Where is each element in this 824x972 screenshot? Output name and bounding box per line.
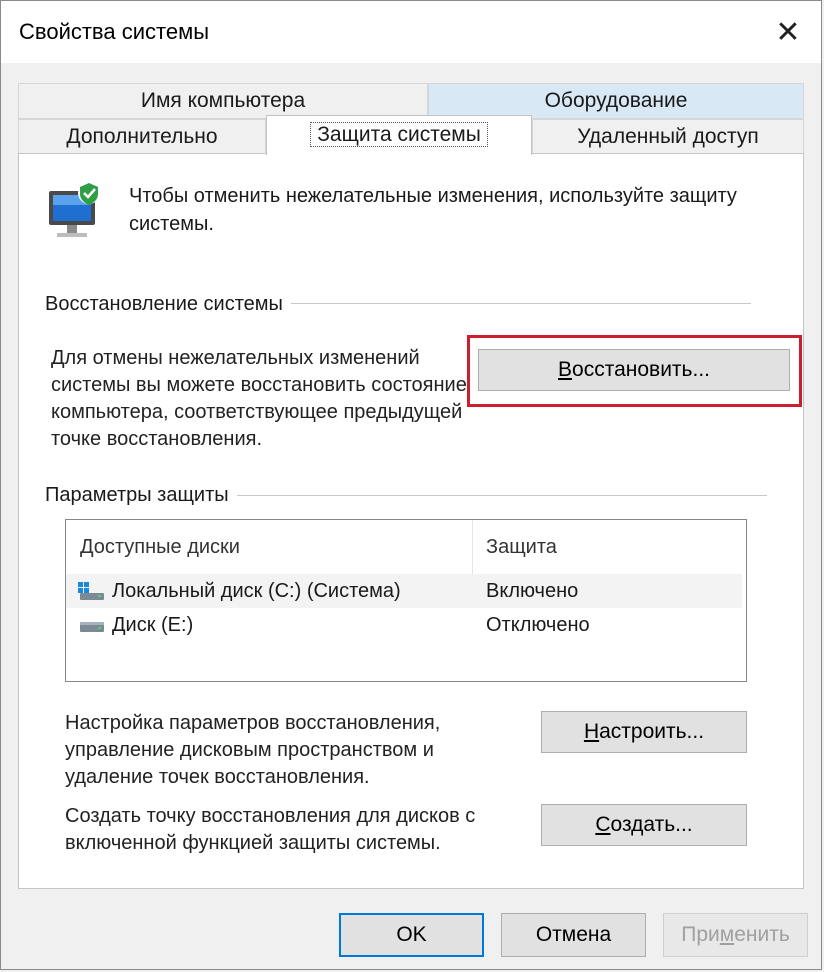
tab-label: Защита системы bbox=[310, 122, 488, 147]
tab-label: Имя компьютера bbox=[140, 89, 306, 112]
drive-name: Диск (E:) bbox=[112, 614, 194, 636]
close-button[interactable]: ✕ bbox=[755, 1, 821, 63]
close-icon: ✕ bbox=[775, 15, 801, 49]
tab-computer-name[interactable]: Имя компьютера bbox=[18, 83, 428, 119]
tab-advanced[interactable]: Дополнительно bbox=[18, 119, 266, 155]
apply-button-label-start: При bbox=[681, 923, 720, 946]
restore-group-title: Восстановление системы bbox=[45, 293, 291, 316]
column-separator bbox=[472, 520, 473, 574]
restore-button[interactable]: Восстановить... bbox=[478, 349, 790, 391]
apply-button-label-end: енить bbox=[734, 923, 790, 946]
configure-button-label: астроить... bbox=[599, 720, 705, 743]
create-button-label: оздать... bbox=[610, 813, 693, 836]
system-drive-icon bbox=[78, 582, 104, 600]
tab-hardware[interactable]: Оборудование bbox=[428, 83, 804, 119]
system-protection-icon bbox=[49, 182, 100, 237]
drive-name: Локальный диск (C:) (Система) bbox=[112, 580, 401, 602]
column-header-protection[interactable]: Защита bbox=[486, 520, 736, 574]
cancel-button-label: Отмена bbox=[535, 923, 612, 946]
ok-button[interactable]: OK bbox=[339, 913, 484, 957]
apply-button-mnemonic: м bbox=[719, 923, 735, 946]
table-row[interactable]: Диск (E:) Отключено bbox=[66, 608, 742, 642]
tab-label: Оборудование bbox=[544, 89, 688, 112]
create-description: Создать точку восстановления для дисков … bbox=[65, 805, 476, 854]
tab-label: Дополнительно bbox=[66, 125, 218, 148]
intro-text: Чтобы отменить нежелательные изменения, … bbox=[129, 185, 737, 235]
drive-status: Включено bbox=[486, 580, 579, 602]
create-button-mnemonic: С bbox=[595, 813, 611, 836]
tab-label: Удаленный доступ bbox=[577, 125, 759, 148]
table-row[interactable]: Локальный диск (C:) (Система) Включено bbox=[66, 574, 742, 608]
tab-system-protection[interactable]: Защита системы bbox=[266, 115, 532, 155]
window-title: Свойства системы bbox=[19, 19, 210, 44]
drives-table: Доступные диски Защита Локальный диск (C… bbox=[65, 519, 747, 682]
cancel-button[interactable]: Отмена bbox=[501, 913, 646, 957]
restore-description: Для отмены нежелательных изменений систе… bbox=[51, 347, 467, 450]
configure-button[interactable]: Настроить... bbox=[541, 711, 747, 753]
configure-button-mnemonic: Н bbox=[583, 720, 600, 743]
restore-button-mnemonic: В bbox=[558, 358, 573, 381]
tab-remote[interactable]: Удаленный доступ bbox=[532, 119, 804, 155]
drive-icon bbox=[80, 622, 104, 632]
drive-status: Отключено bbox=[486, 614, 590, 636]
title-bar: Свойства системы ✕ bbox=[1, 1, 821, 63]
create-button[interactable]: Создать... bbox=[541, 804, 747, 846]
ok-button-label: OK bbox=[396, 923, 427, 946]
protection-group-title: Параметры защиты bbox=[45, 484, 237, 507]
apply-button[interactable]: При м енить bbox=[663, 913, 808, 957]
column-header-drives[interactable]: Доступные диски bbox=[80, 520, 470, 574]
restore-button-label: осстановить... bbox=[572, 358, 710, 381]
system-properties-window: Свойства системы ✕ Имя компьютера Оборуд… bbox=[0, 0, 822, 970]
configure-description: Настройка параметров восстановления, упр… bbox=[65, 712, 441, 788]
